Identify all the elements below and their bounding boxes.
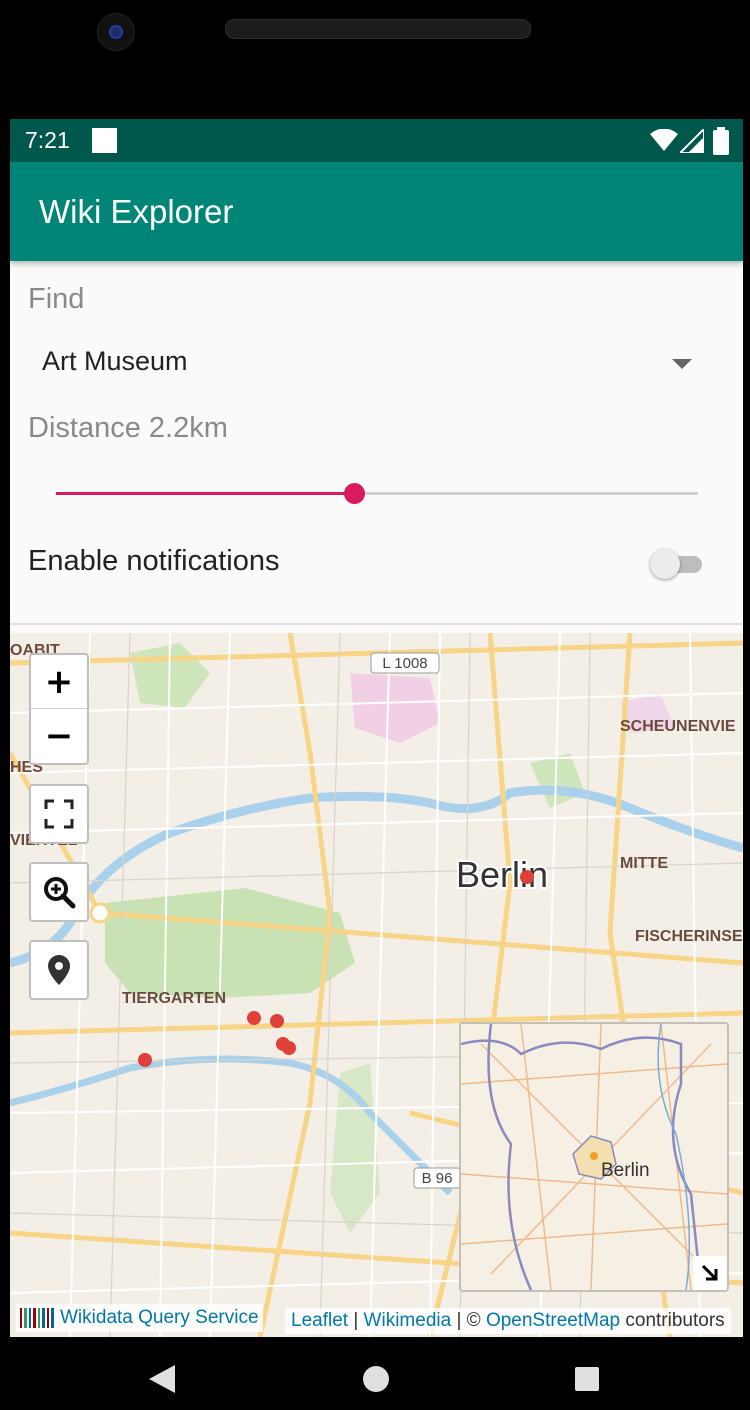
distance-label: Distance 2.2km: [28, 412, 228, 444]
overview-minimap[interactable]: Berlin: [459, 1022, 729, 1292]
status-bar: 7:21: [10, 119, 743, 162]
openstreetmap-link[interactable]: OpenStreetMap: [486, 1310, 620, 1332]
app-title: Wiki Explorer: [39, 193, 234, 230]
attribution-wikidata[interactable]: Wikidata Query Service: [16, 1304, 263, 1332]
attribution-separator: |: [348, 1310, 364, 1331]
minimap-toggle-button[interactable]: [693, 1256, 727, 1290]
museum-marker[interactable]: [138, 1053, 152, 1067]
minimap-tiles: Berlin: [461, 1024, 727, 1290]
app-bar: Wiki Explorer: [10, 162, 743, 261]
category-spinner[interactable]: Art Museum: [28, 337, 708, 393]
dropdown-arrow-icon: [672, 359, 692, 369]
wifi-icon: [650, 129, 678, 151]
slider-fill: [56, 492, 354, 495]
notifications-label: Enable notifications: [28, 545, 280, 577]
battery-icon: [713, 127, 729, 155]
zoom-out-button[interactable]: −: [31, 709, 87, 762]
notifications-switch[interactable]: [650, 547, 706, 581]
magnifier-plus-icon: [44, 877, 76, 909]
wikidata-logo-icon: [20, 1308, 54, 1328]
divider: [10, 623, 743, 625]
museum-marker[interactable]: [282, 1041, 296, 1055]
earpiece-speaker: [225, 19, 531, 39]
attribution-copyright: | ©: [451, 1310, 486, 1331]
front-camera: [97, 13, 135, 51]
switch-thumb: [650, 549, 680, 579]
leaflet-link[interactable]: Leaflet: [291, 1310, 348, 1332]
back-icon[interactable]: [148, 1364, 176, 1394]
fullscreen-button[interactable]: [29, 784, 89, 844]
wikidata-link[interactable]: Wikidata Query Service: [60, 1307, 259, 1329]
zoom-to-results-button[interactable]: [29, 862, 89, 922]
distance-slider[interactable]: [56, 479, 698, 509]
minimap-city-label: Berlin: [601, 1160, 650, 1181]
map-view[interactable]: L 1008 B 96 SCHEUNENVIE MITTE FISCHERINS…: [10, 633, 743, 1337]
slider-thumb[interactable]: [344, 483, 365, 504]
locate-me-button[interactable]: [29, 940, 89, 1000]
wikimedia-link[interactable]: Wikimedia: [364, 1310, 452, 1332]
fullscreen-icon: [44, 799, 74, 829]
attribution-contributors: contributors: [620, 1310, 725, 1331]
museum-marker[interactable]: [520, 870, 534, 884]
notification-icon: [92, 128, 117, 153]
map-attribution: Leaflet | Wikimedia | © OpenStreetMap co…: [285, 1308, 731, 1334]
cell-signal-icon: [680, 129, 704, 153]
recents-icon[interactable]: [574, 1366, 600, 1392]
collapse-arrow-icon: [701, 1264, 718, 1281]
museum-marker[interactable]: [247, 1011, 261, 1025]
find-label: Find: [28, 283, 85, 315]
zoom-control: + −: [29, 653, 89, 765]
location-pin-icon: [48, 955, 70, 985]
phone-screen: 7:21 Wiki Explorer Find Art Museum Dista…: [10, 119, 743, 1337]
status-time: 7:21: [25, 127, 70, 153]
category-spinner-value: Art Museum: [42, 346, 188, 376]
zoom-in-button[interactable]: +: [31, 655, 87, 709]
museum-marker[interactable]: [270, 1014, 284, 1028]
home-icon[interactable]: [362, 1365, 390, 1393]
system-nav-bar: [0, 1340, 750, 1410]
